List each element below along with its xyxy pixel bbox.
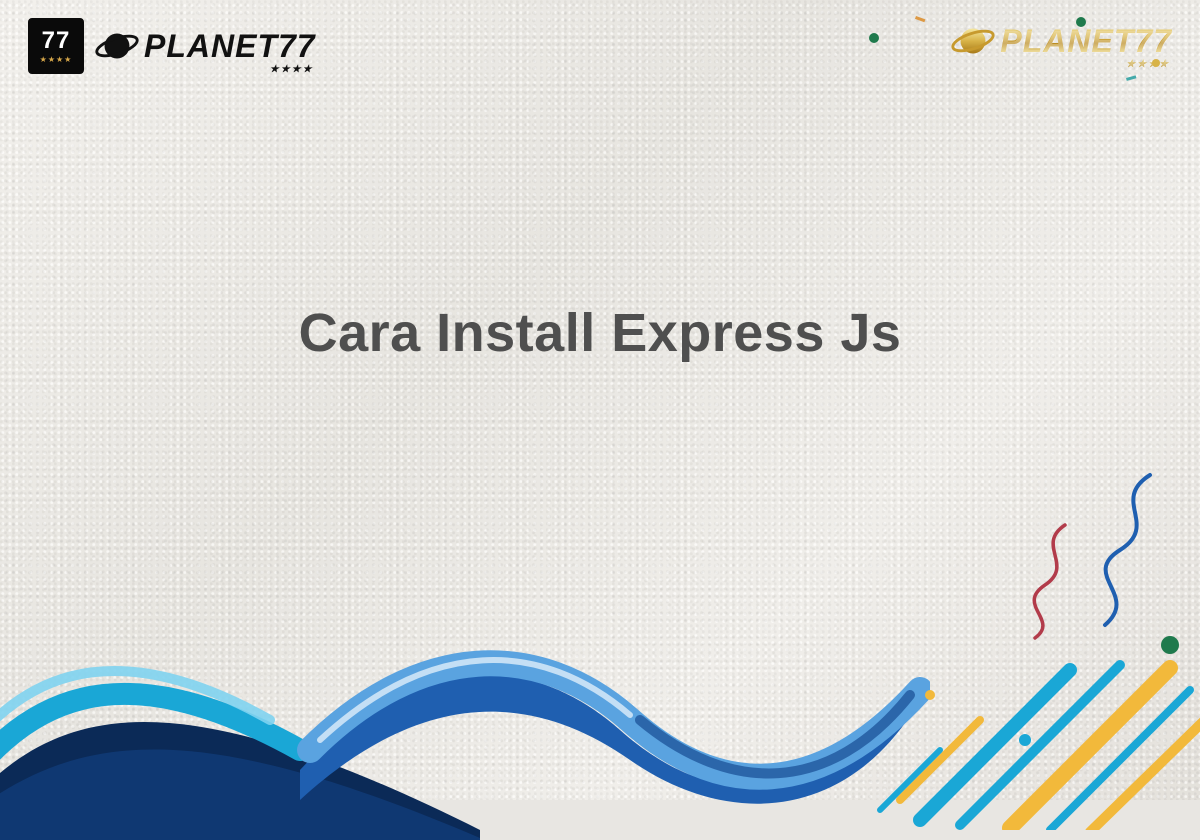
logo-stars-left: ★★★★ bbox=[270, 64, 314, 75]
logo-text-right: PLANET77 ★★★★ bbox=[1000, 23, 1172, 60]
logo-text-right-value: PLANET77 bbox=[1000, 23, 1172, 59]
planet77-logo-gold: PLANET77 ★★★★ bbox=[950, 18, 1172, 64]
title-wrap: Cara Install Express Js bbox=[0, 300, 1200, 368]
logo-text-left: PLANET77 ★★★★ bbox=[144, 28, 316, 65]
badge-stars: ★★★★ bbox=[40, 55, 73, 64]
logo-stars-right: ★★★★ bbox=[1126, 59, 1170, 70]
planet-icon-gold bbox=[950, 18, 996, 64]
logo-group-left: 77 ★★★★ PLANET77 ★★★★ bbox=[28, 18, 316, 74]
badge-number: 77 bbox=[42, 29, 71, 53]
badge-77: 77 ★★★★ bbox=[28, 18, 84, 74]
squiggle-red bbox=[1020, 520, 1080, 640]
logo-text-left-value: PLANET77 bbox=[144, 28, 316, 64]
planet-icon bbox=[94, 23, 140, 69]
squiggle-blue bbox=[1080, 470, 1170, 630]
planet77-logo-black: PLANET77 ★★★★ bbox=[94, 23, 316, 69]
page-title: Cara Install Express Js bbox=[160, 300, 1040, 368]
ribbon-wave bbox=[290, 620, 930, 830]
